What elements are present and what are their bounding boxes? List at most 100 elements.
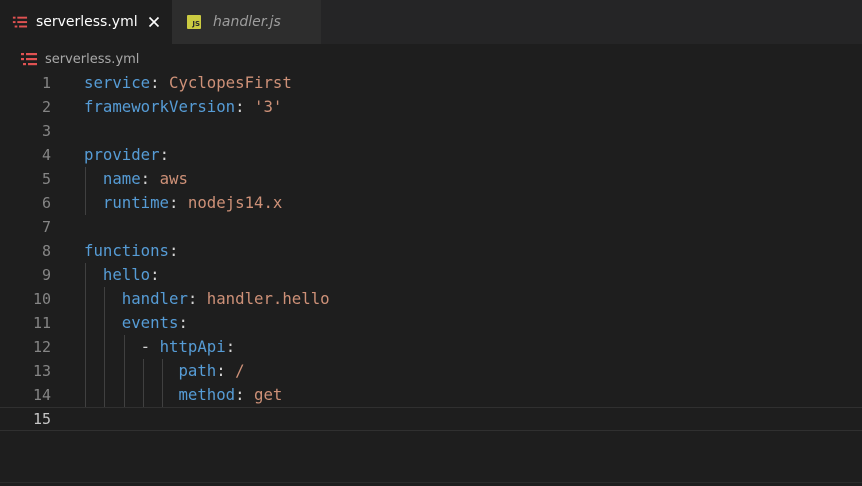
yaml-file-icon (21, 53, 37, 66)
code-text: functions: (84, 239, 178, 263)
yaml-key: hello (102, 265, 151, 284)
yaml-separator: : (159, 145, 170, 164)
indent-guide (162, 359, 164, 407)
yaml-key: httpApi (159, 337, 226, 356)
yaml-value: handler.hello (206, 289, 330, 308)
breadcrumb[interactable]: serverless.yml (20, 49, 139, 69)
yaml-key: method (178, 385, 236, 404)
line-number: 10 (32, 290, 51, 308)
yaml-separator: : (150, 265, 160, 284)
yaml-value: CyclopesFirst (169, 73, 292, 92)
indent-guide (142, 359, 144, 407)
tab-label: serverless.yml (35, 14, 138, 30)
line-number: 6 (41, 194, 51, 212)
yaml-key: events (121, 313, 179, 332)
indent-guide (104, 287, 106, 407)
yaml-separator: : (140, 169, 160, 188)
line-number: 12 (32, 338, 51, 356)
line-number: 3 (41, 122, 51, 140)
code-indent: - (84, 337, 160, 356)
code-line[interactable]: 6 runtime: nodejs14.x (0, 191, 862, 215)
code-text: handler: handler.hello (84, 287, 330, 311)
line-number: 11 (32, 314, 51, 332)
code-line[interactable]: 2 frameworkVersion: '3' (0, 95, 862, 119)
code-text: events: (84, 311, 188, 335)
code-line[interactable]: 13 path: / (0, 359, 862, 383)
code-line[interactable]: 7 (0, 215, 862, 239)
line-number: 15 (32, 410, 51, 428)
yaml-key: runtime (102, 193, 170, 212)
code-line[interactable]: 8 functions: (0, 239, 862, 263)
yaml-key: name (102, 169, 141, 188)
line-number: 13 (32, 362, 51, 380)
code-line[interactable]: 12 - httpApi: (0, 335, 862, 359)
code-line[interactable]: 4 provider: (0, 143, 862, 167)
line-number: 1 (41, 74, 51, 92)
editor-tab-bar: serverless.yml JS handler.js (0, 0, 862, 44)
yaml-separator: : (225, 337, 236, 356)
line-number: 4 (41, 146, 51, 164)
line-number: 5 (41, 170, 51, 188)
yaml-value: get (254, 385, 283, 404)
yaml-separator: : (150, 73, 170, 92)
yaml-value: nodejs14.x (187, 193, 283, 212)
code-line[interactable]: 5 name: aws (0, 167, 862, 191)
code-editor-window: serverless.yml JS handler.js serverless.… (0, 0, 862, 486)
yaml-key: path (178, 361, 217, 380)
yaml-key: service (84, 73, 151, 92)
yaml-value: '3' (254, 97, 283, 116)
line-number: 14 (32, 386, 51, 404)
line-number: 2 (41, 98, 51, 116)
tab-handler-js[interactable]: JS handler.js (172, 0, 321, 44)
yaml-separator: : (235, 97, 255, 116)
tab-label: handler.js (213, 14, 281, 30)
code-line[interactable]: 14 method: get (0, 383, 862, 407)
indent-guide (85, 263, 86, 407)
code-text: - httpApi: (84, 335, 235, 359)
code-line[interactable]: 9 hello: (0, 263, 862, 287)
yaml-key: frameworkVersion (84, 97, 236, 116)
code-text: runtime: nodejs14.x (84, 191, 282, 215)
yaml-file-icon (12, 16, 28, 28)
yaml-key: provider (84, 145, 160, 164)
code-text: path: / (84, 359, 245, 383)
breadcrumb-file: serverless.yml (45, 51, 140, 67)
code-line[interactable]: 3 (0, 119, 862, 143)
yaml-separator: : (187, 289, 207, 308)
tab-serverless-yml[interactable]: serverless.yml (0, 0, 172, 44)
yaml-separator: : (235, 385, 255, 404)
yaml-key: functions (84, 241, 170, 260)
yaml-separator: : (169, 193, 188, 212)
code-line[interactable]: 1 service: CyclopesFirst (0, 71, 862, 95)
code-editor[interactable]: 1 service: CyclopesFirst 2 frameworkVersion… (0, 71, 862, 471)
code-text: method: get (84, 383, 282, 407)
editor-bottom-border (0, 482, 862, 486)
indent-guide (85, 167, 86, 215)
code-text: provider: (84, 143, 169, 167)
line-number: 7 (41, 218, 51, 236)
code-line[interactable]: 15 (0, 407, 862, 431)
yaml-separator: : (216, 361, 236, 380)
close-icon[interactable] (148, 15, 160, 29)
code-line[interactable]: 10 handler: handler.hello (0, 287, 862, 311)
code-text: frameworkVersion: '3' (84, 95, 282, 119)
code-text: name: aws (84, 167, 188, 191)
yaml-value: / (235, 361, 245, 380)
yaml-key: handler (121, 289, 188, 308)
indent-guide (123, 335, 125, 407)
code-text: service: CyclopesFirst (84, 71, 292, 95)
yaml-separator: : (178, 313, 188, 332)
yaml-value: aws (159, 169, 188, 188)
yaml-separator: : (169, 241, 179, 260)
line-number: 9 (41, 266, 51, 284)
js-file-icon: JS (187, 15, 201, 29)
code-text: hello: (84, 263, 160, 287)
code-line[interactable]: 11 events: (0, 311, 862, 335)
